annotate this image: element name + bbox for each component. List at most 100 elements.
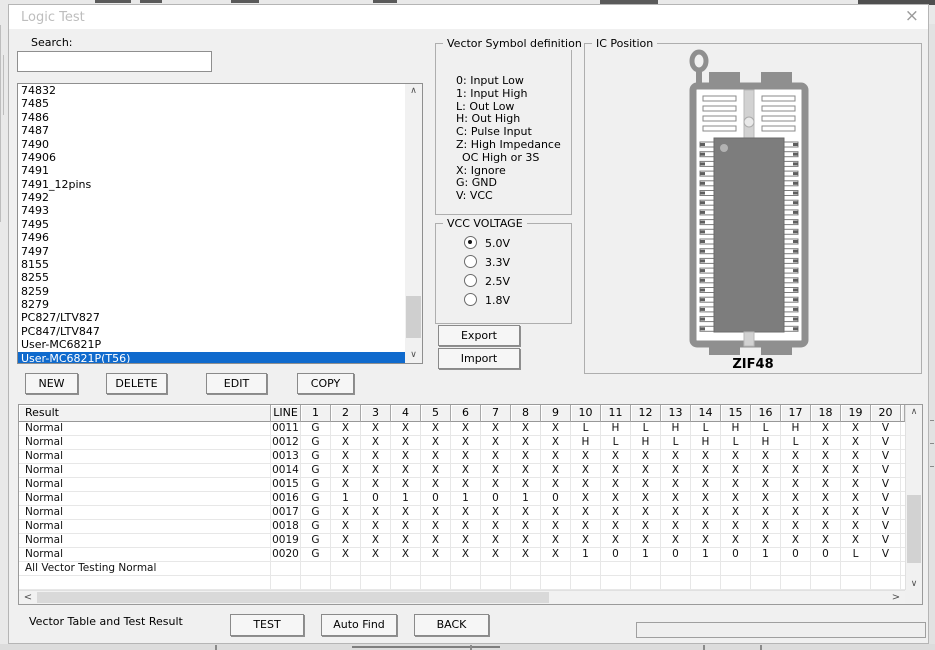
list-item[interactable]: PC827/LTV827 xyxy=(18,311,422,324)
delete-button[interactable]: DELETE xyxy=(106,373,167,394)
table-vertical-scrollbar[interactable]: ∧ ∨ xyxy=(905,405,922,592)
line-cell: 0016 xyxy=(271,492,301,505)
vector-cell: X xyxy=(781,450,811,463)
vcc-option-3.3V[interactable]: 3.3V xyxy=(464,255,510,269)
list-item[interactable]: 7496 xyxy=(18,231,422,244)
vector-cell: H xyxy=(601,422,631,435)
vector-cell: X xyxy=(361,534,391,547)
vector-cell: X xyxy=(781,478,811,491)
table-row[interactable]: Normal0016G10101010XXXXXXXXXXV xyxy=(19,492,905,506)
list-item[interactable]: 8279 xyxy=(18,298,422,311)
vector-cell: H xyxy=(781,422,811,435)
scroll-down-icon[interactable]: ∨ xyxy=(405,348,422,363)
test-button[interactable]: TEST xyxy=(230,614,304,636)
vector-cell: X xyxy=(751,478,781,491)
table-row[interactable]: Normal0019GXXXXXXXXXXXXXXXXXXV xyxy=(19,534,905,548)
vector-cell: X xyxy=(331,464,361,477)
list-item[interactable]: 7486 xyxy=(18,111,422,124)
vector-cell: X xyxy=(841,478,871,491)
list-item[interactable]: 7491_12pins xyxy=(18,178,422,191)
table-row[interactable]: Normal0012GXXXXXXXXHLHLHLHLXXV xyxy=(19,436,905,450)
chip-list-scrollbar[interactable]: ∧ ∨ xyxy=(405,84,422,363)
radio-icon[interactable] xyxy=(464,255,477,268)
vector-cell xyxy=(571,576,601,589)
vcc-option-label: 3.3V xyxy=(485,256,510,269)
vector-cell: X xyxy=(391,478,421,491)
list-item[interactable]: 7490 xyxy=(18,138,422,151)
auto-find-button[interactable]: Auto Find xyxy=(321,614,397,636)
back-button[interactable]: BACK xyxy=(414,614,489,636)
list-item[interactable]: 8255 xyxy=(18,271,422,284)
vector-cell: X xyxy=(571,520,601,533)
vcc-option-2.5V[interactable]: 2.5V xyxy=(464,274,510,288)
vector-cell: X xyxy=(811,492,841,505)
table-summary-row[interactable]: All Vector Testing Normal xyxy=(19,562,905,576)
vector-cell: X xyxy=(361,450,391,463)
copy-button[interactable]: COPY xyxy=(297,373,354,394)
vector-cell: X xyxy=(571,464,601,477)
vector-cell: X xyxy=(691,506,721,519)
list-item[interactable]: 7487 xyxy=(18,124,422,137)
vector-cell: X xyxy=(361,464,391,477)
vector-cell: X xyxy=(331,520,361,533)
table-row[interactable]: Normal0018GXXXXXXXXXXXXXXXXXXV xyxy=(19,520,905,534)
chip-list-items: 7483274857486748774907490674917491_12pin… xyxy=(18,84,422,364)
vector-cell: X xyxy=(601,506,631,519)
line-cell: 0013 xyxy=(271,450,301,463)
vector-cell xyxy=(481,576,511,589)
close-icon[interactable]: × xyxy=(905,7,919,25)
vector-cell: L xyxy=(571,422,601,435)
list-item[interactable]: 8259 xyxy=(18,285,422,298)
table-row[interactable]: Normal0020GXXXXXXXX101010100LV xyxy=(19,548,905,562)
vector-cell: X xyxy=(601,520,631,533)
table-row[interactable]: Normal0017GXXXXXXXXXXXXXXXXXXV xyxy=(19,506,905,520)
list-item[interactable]: 7493 xyxy=(18,204,422,217)
scroll-right-icon[interactable]: > xyxy=(888,591,904,604)
list-item[interactable]: 74906 xyxy=(18,151,422,164)
export-button[interactable]: Export xyxy=(438,325,520,346)
radio-icon[interactable] xyxy=(464,236,477,249)
table-row[interactable]: Normal0015GXXXXXXXXXXXXXXXXXXV xyxy=(19,478,905,492)
ic-position-panel: IC Position ZIF48 xyxy=(584,43,922,374)
vector-symbol-panel: Vector Symbol definition 0: Input Low1: … xyxy=(435,43,572,215)
table-horizontal-scrollbar[interactable]: < > xyxy=(19,590,905,604)
import-button[interactable]: Import xyxy=(438,348,520,369)
list-item[interactable]: 74832 xyxy=(18,84,422,97)
new-button[interactable]: NEW xyxy=(25,373,78,394)
vector-cell: X xyxy=(391,464,421,477)
vector-cell: X xyxy=(571,492,601,505)
table-row[interactable]: Normal0014GXXXXXXXXXXXXXXXXXXV xyxy=(19,464,905,478)
radio-icon[interactable] xyxy=(464,293,477,306)
edit-button[interactable]: EDIT xyxy=(206,373,267,394)
scrollbar-thumb[interactable] xyxy=(37,592,549,603)
scroll-up-icon[interactable]: ∧ xyxy=(906,405,922,420)
scroll-left-icon[interactable]: < xyxy=(20,591,36,604)
vector-cell: X xyxy=(841,492,871,505)
list-item[interactable]: PC847/LTV847 xyxy=(18,325,422,338)
result-cell: Normal xyxy=(19,436,271,449)
vector-cell: X xyxy=(481,506,511,519)
scrollbar-thumb[interactable] xyxy=(406,296,421,338)
scrollbar-thumb[interactable] xyxy=(907,495,921,563)
vector-cell: X xyxy=(481,450,511,463)
list-item[interactable]: 7492 xyxy=(18,191,422,204)
chip-listbox[interactable]: 7483274857486748774907490674917491_12pin… xyxy=(17,83,423,364)
vcc-option-5.0V[interactable]: 5.0V xyxy=(464,236,510,250)
list-item[interactable]: User-MC6821P xyxy=(18,338,422,351)
table-row[interactable]: Normal0011GXXXXXXXXLHLHLHLHXXV xyxy=(19,422,905,436)
table-row[interactable]: Normal0013GXXXXXXXXXXXXXXXXXXV xyxy=(19,450,905,464)
vector-cell: X xyxy=(781,534,811,547)
vector-cell: X xyxy=(721,520,751,533)
list-item[interactable]: 7485 xyxy=(18,97,422,110)
vcc-option-1.8V[interactable]: 1.8V xyxy=(464,293,510,307)
radio-icon[interactable] xyxy=(464,274,477,287)
list-item[interactable]: 8155 xyxy=(18,258,422,271)
scroll-up-icon[interactable]: ∧ xyxy=(405,84,422,99)
search-input[interactable] xyxy=(17,51,212,72)
list-item[interactable]: User-MC6821P(T56) xyxy=(18,352,422,365)
vector-cell: X xyxy=(751,492,781,505)
list-item[interactable]: 7497 xyxy=(18,245,422,258)
list-item[interactable]: 7495 xyxy=(18,218,422,231)
title-bar[interactable]: Logic Test × xyxy=(9,5,928,29)
list-item[interactable]: 7491 xyxy=(18,164,422,177)
